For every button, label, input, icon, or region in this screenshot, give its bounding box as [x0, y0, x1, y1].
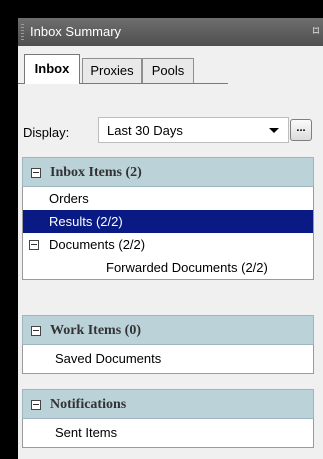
chevron-down-icon[interactable]: [269, 128, 279, 133]
display-range-select[interactable]: Last 30 Days: [98, 117, 289, 143]
tab-strip: Inbox Proxies Pools: [18, 46, 323, 92]
list-item-forwarded-documents[interactable]: Forwarded Documents (2/2): [23, 256, 313, 279]
section-title: Inbox Items (2): [50, 165, 142, 180]
pin-icon[interactable]: ⌑: [313, 23, 319, 39]
collapse-icon[interactable]: [31, 400, 41, 410]
collapse-icon[interactable]: [29, 240, 39, 250]
panel-titlebar[interactable]: Inbox Summary ⌑: [18, 18, 323, 47]
tab-proxies[interactable]: Proxies: [82, 58, 142, 83]
list-item-results[interactable]: Results (2/2): [23, 210, 313, 233]
section-body: Saved Documents: [22, 345, 314, 374]
inbox-panel: Display: Last 30 Days ... Inbox Items (2…: [18, 92, 323, 459]
panel-title: Inbox Summary: [30, 24, 122, 39]
section-notifications: Notifications Sent Items: [22, 389, 314, 448]
display-more-button[interactable]: ...: [290, 119, 312, 141]
section-work-items: Work Items (0) Saved Documents: [22, 315, 314, 374]
display-range-value: Last 30 Days: [107, 123, 183, 138]
list-item-saved-documents[interactable]: Saved Documents: [23, 345, 313, 373]
tab-pools[interactable]: Pools: [142, 58, 194, 83]
section-header-work-items[interactable]: Work Items (0): [22, 315, 314, 345]
section-title: Notifications: [50, 397, 127, 412]
section-title: Work Items (0): [50, 323, 141, 338]
list-item-sent-items[interactable]: Sent Items: [23, 419, 313, 447]
section-inbox-items: Inbox Items (2) Orders Results (2/2) Doc…: [22, 157, 314, 280]
tab-inbox[interactable]: Inbox: [24, 54, 80, 84]
section-body: Sent Items: [22, 419, 314, 448]
section-header-notifications[interactable]: Notifications: [22, 389, 314, 419]
display-label: Display:: [23, 125, 70, 140]
list-item-label: Documents (2/2): [49, 237, 146, 252]
collapse-icon[interactable]: [31, 326, 41, 336]
list-item-documents[interactable]: Documents (2/2): [23, 233, 313, 256]
section-body: Orders Results (2/2) Documents (2/2) For…: [22, 187, 314, 280]
list-item-orders[interactable]: Orders: [23, 187, 313, 210]
section-header-inbox-items[interactable]: Inbox Items (2): [22, 157, 314, 187]
collapse-icon[interactable]: [31, 168, 41, 178]
drag-grip-icon[interactable]: [21, 24, 24, 40]
